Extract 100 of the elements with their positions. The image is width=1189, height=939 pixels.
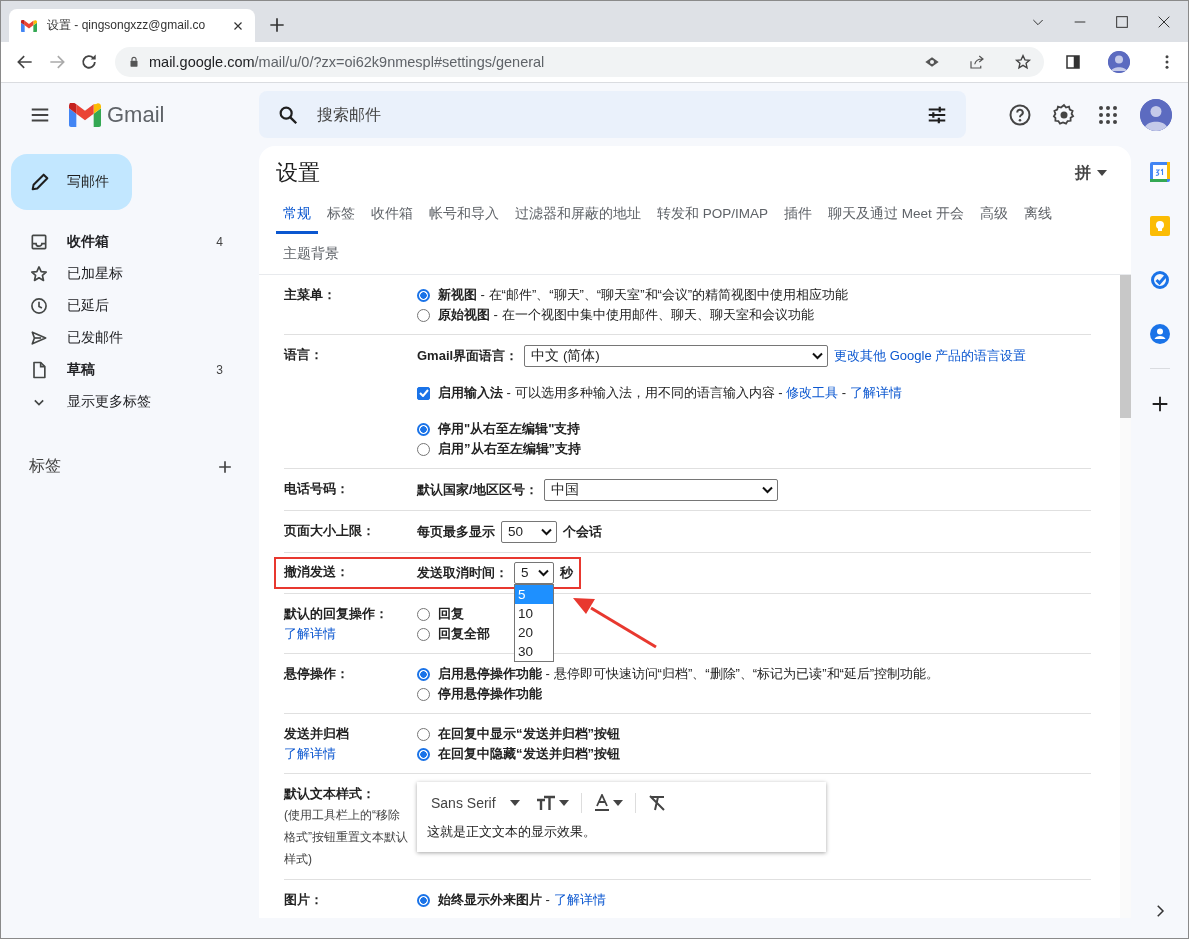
tab[interactable]: 主题背景 [276, 234, 346, 274]
dropdown[interactable]: 中文 (简体) [524, 345, 829, 367]
tab[interactable]: 过滤器和屏蔽的地址 [508, 194, 648, 234]
star-icon[interactable] [29, 264, 49, 284]
sidebar-item[interactable]: 收件箱 4 [1, 226, 247, 258]
caret-icon [612, 800, 623, 806]
setting-label: 悬停操作： [284, 665, 350, 683]
sidebar-item[interactable]: 草稿 3 [1, 354, 247, 386]
link[interactable]: 修改工具 [786, 385, 839, 400]
tab[interactable]: 标签 [320, 194, 362, 234]
option-label: 启用悬停操作功能 - 悬停即可快速访问“归档”、“删除”、“标记为已读”和“延后”控制功能。 [438, 665, 940, 683]
link[interactable]: 了解详情 [849, 385, 902, 400]
contacts-icon[interactable] [1149, 324, 1170, 344]
radio-button[interactable] [417, 288, 430, 302]
search-bar[interactable]: 搜索邮件 [259, 91, 966, 138]
help-icon[interactable] [1008, 102, 1032, 127]
setting-label: 默认文本样式： [284, 785, 376, 803]
link[interactable]: 了解详情 [553, 892, 606, 907]
dropdown[interactable]: 50 [501, 521, 557, 543]
chevron-down-icon [541, 528, 552, 536]
setting-label: 语言： [284, 346, 324, 364]
option-label: 回复 [438, 605, 464, 623]
clock-icon[interactable] [29, 296, 49, 316]
tab[interactable]: 聊天及通过 Meet 开会 [821, 194, 971, 234]
calendar-icon[interactable] [1149, 162, 1170, 182]
setting-label: 发送并归档 [284, 725, 350, 743]
settings-icon[interactable] [1052, 102, 1076, 127]
option-label: 回复全部 [438, 625, 490, 643]
tab[interactable]: 帐号和导入 [422, 194, 506, 234]
sidebar-item[interactable]: 已加星标 [1, 258, 247, 290]
font-dropdown[interactable]: Sans Serif [427, 795, 524, 811]
tab[interactable]: 离线 [1016, 194, 1059, 234]
radio-button[interactable] [417, 747, 430, 761]
field-label: Gmail界面语言： [417, 347, 519, 365]
browser-tab[interactable]: 设置 - qingsongxzz@gmail.co [9, 9, 255, 42]
radio-button[interactable] [417, 893, 430, 907]
dropdown-option[interactable]: 30 [515, 642, 553, 661]
avatar[interactable] [1108, 51, 1130, 73]
avatar[interactable] [1140, 98, 1172, 131]
new-tab-icon[interactable] [267, 15, 287, 35]
option-label: 启用输入法 - 可以选用多种输入法，用不同的语言输入内容 - 修改工具 - 了解详情 [438, 384, 902, 402]
tab[interactable]: 插件 [777, 194, 820, 234]
option-label: 在回复中显示“发送并归档”按钮 [438, 725, 620, 743]
product-name: Gmail [107, 101, 165, 128]
close-icon[interactable] [1156, 14, 1172, 30]
setting-label: 电话号码： [284, 480, 350, 498]
dropdown[interactable]: 5 [514, 562, 554, 584]
inbox-icon[interactable] [29, 232, 49, 252]
compose-button[interactable]: 写邮件 [11, 154, 132, 210]
option-label: 启用”从右至左编辑”支持 [438, 440, 581, 458]
sidebar-item[interactable]: 显示更多标签 [1, 386, 247, 418]
scrollbar[interactable] [1120, 275, 1131, 918]
option-label: 始终显示外来图片 - 了解详情 [438, 891, 606, 909]
search-field[interactable]: 搜索邮件 [315, 104, 910, 125]
setting-label: 默认的回复操作： [284, 605, 389, 623]
tab[interactable]: 收件箱 [364, 194, 420, 234]
dropdown-option[interactable]: 20 [515, 623, 553, 642]
sidebar-item[interactable]: 已延后 [1, 290, 247, 322]
link[interactable]: 了解详情 [284, 746, 336, 761]
text-color-icon [593, 794, 610, 812]
text-size-icon [535, 795, 556, 811]
setting-note: (使用工具栏上的“移除格式”按钮重置文本默认样式) [284, 807, 409, 868]
page-title: 设置 [276, 159, 320, 187]
link[interactable]: 了解详情 [284, 626, 336, 641]
link[interactable]: 更改其他 Google 产品的语言设置 [834, 346, 1027, 366]
field-label: 每页最多显示 [417, 523, 495, 541]
maximize-icon[interactable] [1114, 14, 1130, 30]
input-tools-button[interactable]: 拼 [1075, 162, 1107, 184]
sidebar-item[interactable]: 已发邮件 [1, 322, 247, 354]
setting-label: 页面大小上限： [284, 522, 376, 540]
gmail-logo [69, 102, 101, 127]
tab[interactable]: 高级 [972, 194, 1015, 234]
dropdown[interactable]: 中国 [543, 479, 778, 501]
checkbox[interactable] [417, 386, 430, 400]
unit-label: 秒 [560, 564, 573, 582]
preview-text: 这就是正文文本的显示效果。 [427, 823, 597, 841]
reload-icon[interactable] [79, 52, 99, 72]
tab[interactable]: 常规 [276, 194, 318, 234]
side-panel-icon[interactable] [1064, 53, 1082, 71]
pencil-icon [29, 171, 51, 193]
dropdown-option[interactable]: 10 [515, 604, 553, 623]
setting-label: 撤消发送： [284, 563, 350, 581]
address-bar[interactable]: mail.google.com/mail/u/0/?zx=oi62k9nmespl#settings/general [115, 47, 1044, 77]
tab[interactable]: 转发和 POP/IMAP [650, 194, 776, 234]
option-label: 停用"从右至左编辑"支持 [438, 420, 581, 438]
caret-icon [509, 800, 520, 806]
radio-button[interactable] [417, 667, 430, 681]
option-label: 新视图 - 在“邮件”、“聊天”、“聊天室”和“会议”的精简视图中使用相应功能 [438, 286, 849, 304]
section-heading: 标签 [29, 456, 61, 476]
remove-format-icon [647, 794, 666, 812]
send-icon[interactable] [29, 328, 49, 348]
star-icon[interactable] [1014, 53, 1032, 71]
unit-label: 个会话 [563, 523, 602, 541]
field-label: 发送取消时间： [417, 564, 508, 582]
chevron-down-icon [761, 486, 773, 494]
setting-label: 图片： [284, 891, 324, 909]
task-check-icon[interactable] [1149, 270, 1170, 290]
share-icon[interactable] [968, 53, 986, 71]
radio-button[interactable] [417, 422, 430, 436]
caret-icon [1097, 170, 1107, 176]
